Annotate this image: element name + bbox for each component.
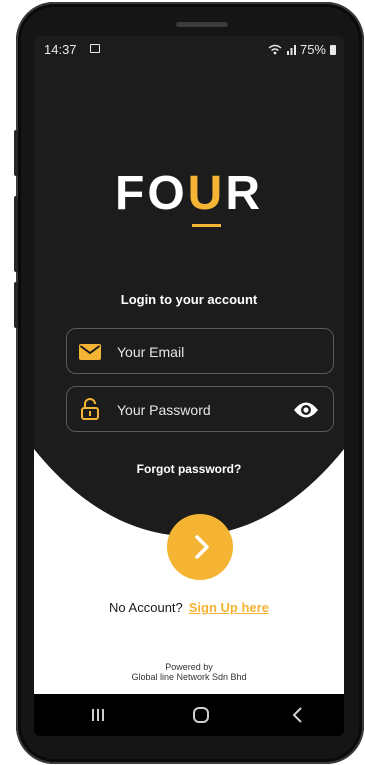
signup-prompt: No Account?: [109, 600, 183, 615]
home-icon[interactable]: [186, 702, 216, 728]
status-right: 75%: [268, 42, 336, 57]
powered-by: Powered by Global line Network Sdn Bhd: [34, 662, 344, 682]
navigation-bar: [34, 694, 344, 736]
phone-side-button: [14, 282, 18, 328]
eye-icon[interactable]: [293, 401, 319, 419]
email-input[interactable]: [115, 329, 299, 375]
email-field[interactable]: [66, 328, 334, 375]
mail-icon: [79, 344, 101, 360]
chevron-right-icon: [195, 535, 209, 559]
phone-side-button: [14, 196, 18, 272]
phone-side-button: [14, 130, 18, 176]
battery-percentage: 75%: [299, 42, 326, 57]
company-name: Global line Network Sdn Bhd: [131, 672, 247, 682]
lock-icon: [81, 398, 99, 420]
logo-text-highlight: U: [187, 167, 226, 227]
back-icon[interactable]: [283, 702, 313, 728]
status-bar: 14:37 75%: [34, 36, 344, 62]
forgot-password-link[interactable]: Forgot password?: [34, 462, 344, 476]
screen: 14:37 75% FOUR Login to your account You…: [34, 36, 344, 736]
status-time: 14:37: [44, 42, 77, 57]
phone-speaker: [176, 22, 228, 27]
image-notification-icon: [90, 44, 100, 53]
password-field[interactable]: [66, 386, 334, 433]
login-submit-button[interactable]: [167, 514, 233, 580]
logo-text-start: FO: [115, 167, 188, 220]
wifi-icon: [268, 44, 282, 55]
login-title: Login to your account: [120, 292, 258, 307]
battery-icon: [330, 44, 336, 55]
password-input[interactable]: [115, 387, 299, 433]
logo-text-end: R: [225, 167, 263, 220]
recents-icon[interactable]: [83, 702, 113, 728]
signup-row: No Account? Sign Up here: [34, 600, 344, 615]
background-curve: [34, 36, 344, 536]
signup-link[interactable]: Sign Up here: [189, 600, 269, 615]
powered-by-label: Powered by: [165, 662, 213, 672]
app-logo: FOUR: [34, 166, 344, 227]
signal-icon: [286, 44, 296, 55]
